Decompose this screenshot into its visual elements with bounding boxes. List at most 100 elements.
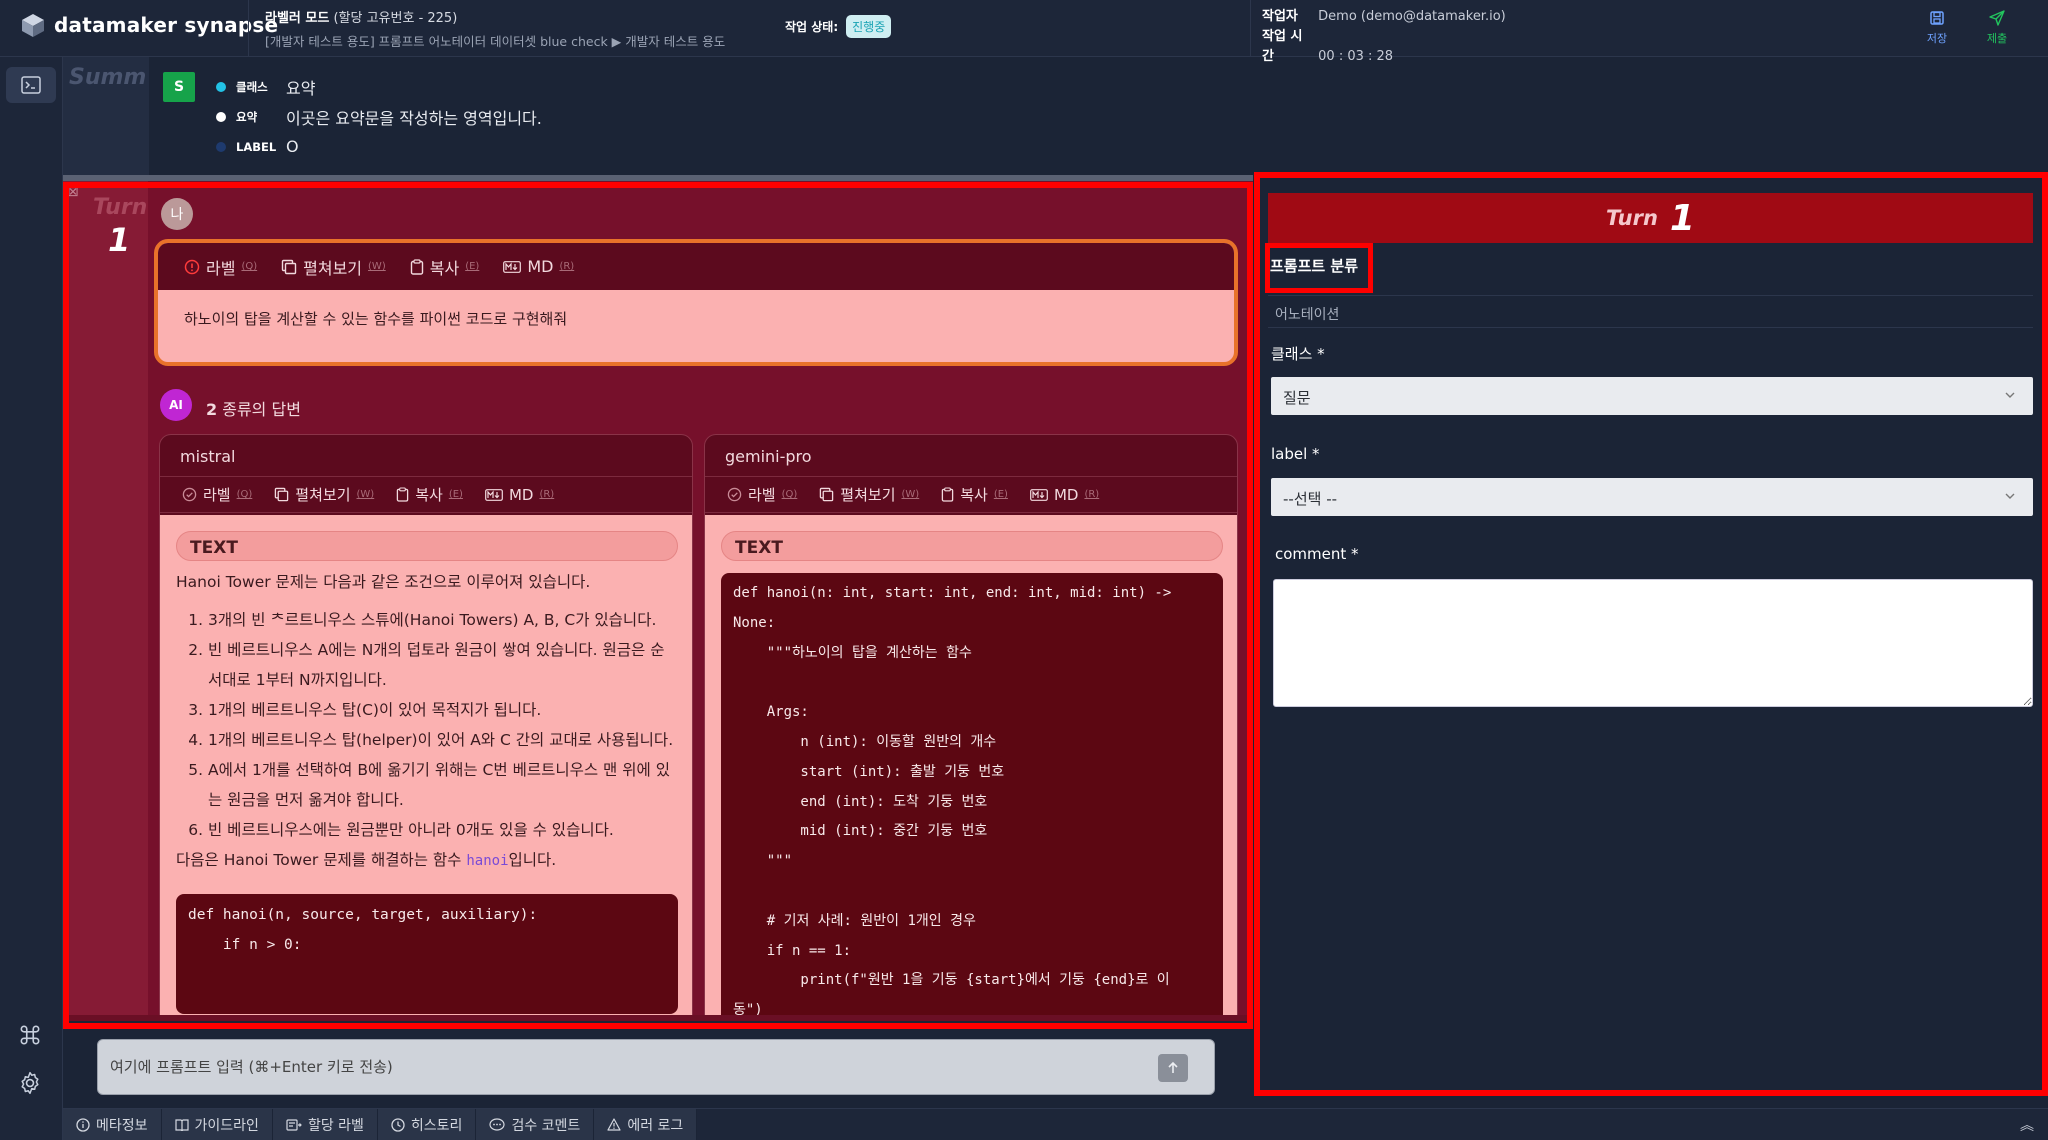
condition-list: 3개의 빈 ᄎ르트니우스 스튜에(Hanoi Towers) A, B, C가 …: [176, 605, 678, 845]
copy-button[interactable]: 복사 (E): [410, 255, 479, 279]
response-body: TEXT Hanoi Tower 문제는 다음과 같은 조건으로 이루어져 있습…: [160, 515, 692, 1015]
work-status: 작업 상태: 진행중: [785, 15, 892, 38]
terminal-button[interactable]: [6, 67, 56, 103]
comment-field-label: comment *: [1275, 545, 1359, 563]
tab-error-log[interactable]: 에러 로그: [594, 1109, 698, 1140]
turn-area: ⊠ Turn 1 나 라벨 (Q) 펼쳐보기 (W) 복사 (E) MD (R)…: [63, 181, 1253, 1021]
panel-turn-header: Turn 1: [1268, 193, 2033, 243]
label-button[interactable]: 라벨 (Q): [182, 484, 252, 505]
save-button[interactable]: 저장: [1917, 6, 1957, 46]
label-select[interactable]: --선택 --: [1271, 478, 2033, 516]
expand-icon: [820, 487, 834, 502]
expand-button[interactable]: 펼쳐보기 (W): [274, 484, 374, 505]
code-block: def hanoi(n: int, start: int, end: int, …: [721, 573, 1223, 1015]
copy-button[interactable]: 복사 (E): [941, 484, 1008, 505]
clipboard-icon: [396, 487, 409, 502]
save-label: 저장: [1926, 32, 1948, 45]
top-header: datamaker synapse 라벨러 모드 (할당 고유번호 - 225)…: [0, 0, 2048, 64]
model-name: mistral: [160, 435, 692, 477]
list-item: 3개의 빈 ᄎ르트니우스 스튜에(Hanoi Towers) A, B, C가 …: [208, 605, 678, 635]
outro-text: 다음은 Hanoi Tower 문제를 해결하는 함수 hanoi입니다.: [176, 851, 557, 869]
time-label: 작업 시간: [1262, 29, 1303, 64]
tab-annotation[interactable]: 어노테이션: [1268, 295, 2033, 328]
summary-side-label: Summ: [63, 57, 149, 175]
send-icon: [1989, 10, 2005, 26]
logo-cube-icon: [22, 14, 44, 37]
tab-meta-info[interactable]: 메타정보: [63, 1109, 162, 1140]
expand-button[interactable]: 펼쳐보기 (W): [819, 484, 919, 505]
markdown-button[interactable]: MD (R): [503, 257, 574, 276]
tab-history[interactable]: 히스토리: [377, 1109, 477, 1140]
markdown-icon: [485, 488, 503, 501]
section-title: 프롬프트 분류: [1270, 257, 1359, 275]
status-dot: [216, 112, 226, 122]
list-item: 1개의 베르트니우스 탑(C)이 있어 목적지가 됩니다.: [208, 695, 678, 725]
check-circle-icon: [727, 487, 742, 502]
markdown-icon: [1030, 488, 1048, 501]
clipboard-icon: [410, 258, 423, 275]
copy-button[interactable]: 복사 (E): [396, 484, 463, 505]
worker-label: 작업자: [1262, 9, 1298, 24]
response-toolbar: 라벨 (Q) 펼쳐보기 (W) 복사 (E) MD (R): [160, 477, 692, 513]
summary-badge: S: [163, 72, 195, 102]
markdown-icon: [503, 260, 522, 273]
list-item: 빈 베르트니우스 A에는 N개의 덥토라 원금이 쌓여 있습니다. 원금은 순서…: [208, 635, 678, 695]
turn-side-label: ⊠ Turn 1: [63, 181, 148, 1015]
summary-row-class: 클래스 요약: [216, 75, 315, 99]
content-type-label: TEXT: [721, 531, 1223, 561]
gear-icon[interactable]: [17, 1070, 43, 1100]
tab-guideline[interactable]: 가이드라인: [161, 1109, 273, 1140]
submit-button[interactable]: 제출: [1977, 6, 2017, 46]
expand-icon: [275, 487, 289, 502]
response-toolbar: 라벨 (Q) 펼쳐보기 (W) 복사 (E) MD (R): [705, 477, 1237, 513]
response-body: TEXT def hanoi(n: int, start: int, end: …: [705, 515, 1237, 1015]
label-list-icon: [286, 1118, 302, 1131]
expand-button[interactable]: 펼쳐보기 (W): [281, 255, 386, 279]
intro-text: Hanoi Tower 문제는 다음과 같은 조건으로 이루어져 있습니다.: [176, 573, 591, 591]
worker-info: 작업자 Demo (demo@datamaker.io) 작업 시간 00 : …: [1262, 7, 1506, 67]
prompt-text: 하노이의 탑을 계산할 수 있는 함수를 파이썬 코드로 구현해줘: [184, 310, 568, 328]
class-select[interactable]: 질문: [1271, 377, 2033, 415]
status-dot: [216, 82, 226, 92]
summary-row-label: LABEL O: [216, 137, 299, 156]
label-button[interactable]: 라벨 (Q): [184, 255, 257, 279]
user-avatar: 나: [161, 198, 193, 230]
label-button[interactable]: 라벨 (Q): [727, 484, 797, 505]
expand-icon: [281, 259, 297, 274]
save-icon: [1930, 11, 1944, 25]
summary-row-text: 요약 이곳은 요약문을 작성하는 영역입니다.: [216, 105, 542, 129]
tab-review-comment[interactable]: 검수 코멘트: [476, 1109, 595, 1140]
class-field-label: 클래스 *: [1271, 345, 1325, 363]
send-button[interactable]: [1158, 1054, 1188, 1082]
status-badge: 진행중: [846, 15, 892, 38]
collapse-panel-icon[interactable]: ︽: [2020, 1115, 2034, 1135]
prompt-card[interactable]: 라벨 (Q) 펼쳐보기 (W) 복사 (E) MD (R) 하노이의 탑을 계산할 수 …: [154, 239, 1238, 366]
mode-title: 라벨러 모드: [265, 11, 330, 26]
markdown-button[interactable]: MD (R): [485, 486, 554, 504]
tab-assigned-labels[interactable]: 할당 라벨: [272, 1109, 378, 1140]
warning-icon: [607, 1118, 621, 1131]
mode-info: 라벨러 모드 (할당 고유번호 - 225) [개발자 테스트 용도] 프롬프트…: [265, 7, 725, 50]
terminal-icon: [21, 76, 41, 94]
close-icon[interactable]: ⊠: [67, 184, 79, 200]
response-card-mistral: mistral 라벨 (Q) 펼쳐보기 (W) 복사 (E) MD (R) TE…: [159, 434, 693, 1015]
prompt-input[interactable]: [110, 1054, 1130, 1080]
model-name: gemini-pro: [705, 435, 1237, 477]
markdown-button[interactable]: MD (R): [1030, 486, 1099, 504]
bottom-tab-bar: 메타정보 가이드라인 할당 라벨 히스토리 검수 코멘트 에러 로그 ︽: [63, 1108, 2048, 1140]
chevron-down-icon: [2005, 493, 2015, 499]
check-circle-icon: [182, 487, 197, 502]
assignment-id: (할당 고유번호 - 225): [333, 11, 458, 26]
divider: [248, 0, 249, 57]
breadcrumb: [개발자 테스트 용도] 프롬프트 어노테이터 데이터셋 blue check …: [265, 34, 726, 49]
app-logo[interactable]: datamaker synapse: [20, 12, 278, 38]
command-icon[interactable]: [17, 1022, 43, 1052]
comment-textarea[interactable]: [1273, 579, 2033, 707]
list-item: A에서 1개를 선택하여 B에 옮기기 위해는 C번 베르트니우스 맨 위에 있…: [208, 755, 678, 815]
annotation-panel: Turn 1 프롬프트 분류 어노테이션 클래스 * 질문 label * --…: [1253, 175, 2048, 1108]
divider: [1250, 0, 1251, 57]
list-item: 1개의 베르트니우스 탑(helper)이 있어 A와 C 간의 교대로 사용됩…: [208, 725, 678, 755]
worker-value: Demo (demo@datamaker.io): [1318, 9, 1506, 24]
status-dot: [216, 141, 226, 152]
info-icon: [76, 1117, 90, 1132]
